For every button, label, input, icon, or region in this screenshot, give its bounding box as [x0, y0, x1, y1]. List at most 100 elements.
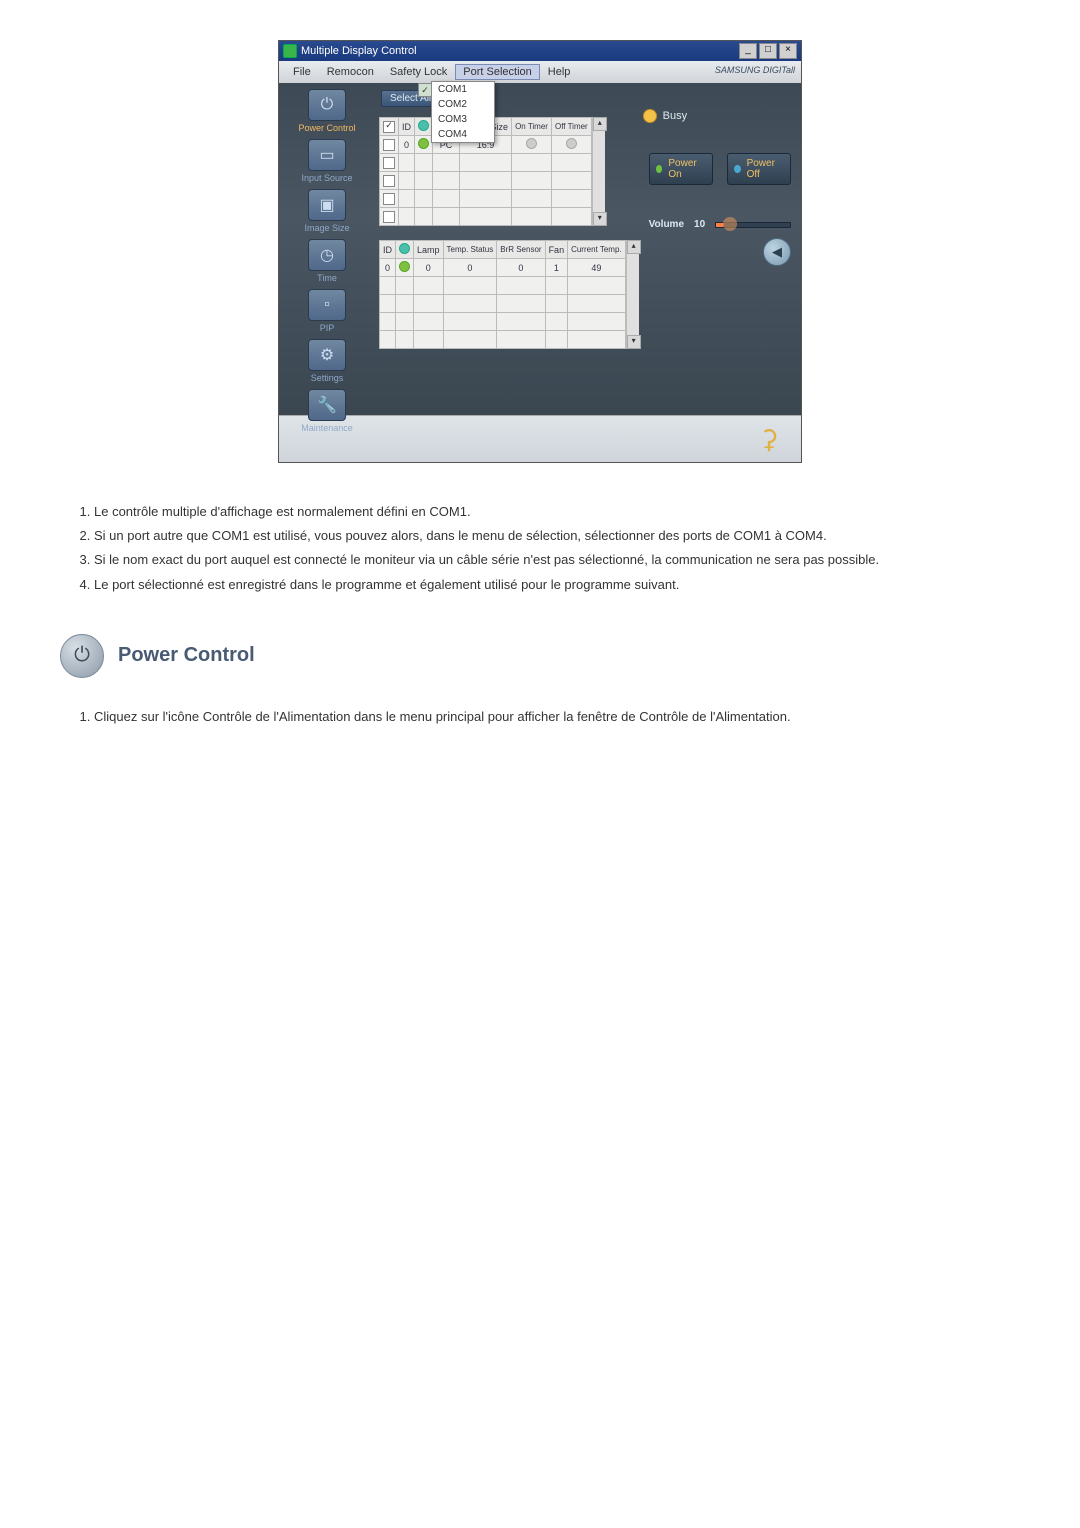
menu-remocon[interactable]: Remocon — [319, 64, 382, 80]
image-size-icon: ▣ — [308, 189, 346, 221]
power-off-label: Power Off — [747, 158, 784, 180]
col-id: ID — [380, 241, 396, 259]
power-on-label: Power On — [668, 158, 705, 180]
sidebar-item-maintenance[interactable]: 🔧 Maintenance — [283, 389, 371, 433]
sidebar-label: Settings — [283, 373, 371, 383]
table-row — [380, 331, 626, 349]
right-panel: Busy Power On Power Off Volume 10 — [639, 83, 801, 415]
scroll-up-icon[interactable]: ▴ — [627, 240, 641, 254]
cell-lamp: 0 — [414, 259, 444, 277]
cell-current-temp: 49 — [568, 259, 626, 277]
section-header: ⏻ Power Control — [60, 634, 1020, 678]
scroll-down-icon[interactable]: ▾ — [627, 335, 641, 349]
table-row — [380, 313, 626, 331]
port-option-com3[interactable]: COM3 — [432, 112, 494, 127]
close-button[interactable]: × — [779, 43, 797, 59]
note-item: Si le nom exact du port auquel est conne… — [94, 551, 1010, 569]
col-current-temp: Current Temp. — [568, 241, 626, 259]
menubar: File Remocon Safety Lock Port Selection … — [279, 61, 801, 83]
brand-logo: SAMSUNG DIGITall — [715, 65, 795, 75]
note-item: Le port sélectionné est enregistré dans … — [94, 576, 1010, 594]
sidebar-item-settings[interactable]: ⚙ Settings — [283, 339, 371, 383]
power-off-dot-icon — [734, 165, 741, 173]
col-id: ID — [399, 118, 415, 136]
port-option-com4[interactable]: COM4 — [432, 127, 494, 142]
sidebar-item-time[interactable]: ◷ Time — [283, 239, 371, 283]
status-table: ID Lamp Temp. Status BrR Sensor Fan Curr… — [379, 240, 626, 349]
window-controls: _ □ × — [739, 43, 797, 59]
row-checkbox[interactable] — [383, 139, 395, 151]
col-status-icon — [396, 241, 414, 259]
col-on-timer: On Timer — [512, 118, 552, 136]
cell-temp-status: 0 — [443, 259, 497, 277]
maximize-button[interactable]: □ — [759, 43, 777, 59]
scroll-down-icon[interactable]: ▾ — [593, 212, 607, 226]
scroll-up-icon[interactable]: ▴ — [593, 117, 607, 131]
power-icon: ⏻ — [308, 89, 346, 121]
scrollbar[interactable]: ▴ ▾ — [626, 240, 639, 349]
settings-icon: ⚙ — [308, 339, 346, 371]
sidebar-label: Image Size — [283, 223, 371, 233]
cell-br-sensor: 0 — [497, 259, 545, 277]
menu-port-selection[interactable]: Port Selection — [455, 64, 539, 80]
info-bulb-icon: ⚳ — [755, 421, 783, 457]
power-on-button[interactable]: Power On — [649, 153, 713, 185]
sidebar-label: Input Source — [283, 173, 371, 183]
sidebar-label: Time — [283, 273, 371, 283]
status-dot — [399, 261, 410, 272]
scrollbar[interactable]: ▴ ▾ — [592, 117, 605, 226]
menu-file[interactable]: File — [285, 64, 319, 80]
volume-label: Volume — [649, 219, 684, 230]
table-row — [380, 172, 592, 190]
input-icon: ▭ — [308, 139, 346, 171]
status-dot — [418, 138, 429, 149]
power-on-dot-icon — [656, 165, 663, 173]
busy-dot-icon — [643, 109, 657, 123]
cell-id: 0 — [399, 136, 415, 154]
volume-slider[interactable] — [715, 222, 791, 228]
sidebar-label: PIP — [283, 323, 371, 333]
cell-fan: 1 — [545, 259, 568, 277]
menu-help[interactable]: Help — [540, 64, 579, 80]
table-row — [380, 154, 592, 172]
cell-id: 0 — [380, 259, 396, 277]
port-option-com1[interactable]: COM1 — [432, 82, 494, 97]
sidebar-label: Power Control — [283, 123, 371, 133]
col-lamp: Lamp — [414, 241, 444, 259]
on-timer-dot — [526, 138, 537, 149]
note-item: Le contrôle multiple d'affichage est nor… — [94, 503, 1010, 521]
notes-list-2: Cliquez sur l'icône Contrôle de l'Alimen… — [70, 708, 1010, 726]
sidebar-item-pip[interactable]: ▫ PIP — [283, 289, 371, 333]
titlebar: Multiple Display Control _ □ × — [279, 41, 801, 61]
busy-label: Busy — [663, 110, 687, 122]
sidebar-item-input-source[interactable]: ▭ Input Source — [283, 139, 371, 183]
window-title: Multiple Display Control — [301, 45, 417, 57]
header-checkbox[interactable] — [383, 121, 395, 133]
sidebar: ⏻ Power Control ▭ Input Source ▣ Image S… — [279, 83, 375, 415]
pip-icon: ▫ — [308, 289, 346, 321]
speaker-icon[interactable]: ◀ — [763, 238, 791, 266]
table-row — [380, 295, 626, 313]
note-item: Cliquez sur l'icône Contrôle de l'Alimen… — [94, 708, 1010, 726]
sidebar-item-power-control[interactable]: ⏻ Power Control — [283, 89, 371, 133]
col-status-icon — [415, 118, 433, 136]
col-temp-status: Temp. Status — [443, 241, 497, 259]
section-title: Power Control — [118, 644, 255, 667]
sidebar-item-image-size[interactable]: ▣ Image Size — [283, 189, 371, 233]
table-row[interactable]: 0 0 0 0 1 49 — [380, 259, 626, 277]
menu-safety-lock[interactable]: Safety Lock — [382, 64, 455, 80]
table-row — [380, 190, 592, 208]
table-row — [380, 277, 626, 295]
col-off-timer: Off Timer — [551, 118, 591, 136]
port-option-com2[interactable]: COM2 — [432, 97, 494, 112]
volume-control: Volume 10 — [649, 219, 791, 230]
app-icon — [283, 44, 297, 58]
col-br-sensor: BrR Sensor — [497, 241, 545, 259]
col-fan: Fan — [545, 241, 568, 259]
time-icon: ◷ — [308, 239, 346, 271]
port-dropdown[interactable]: ✓ COM1 COM2 COM3 COM4 — [431, 81, 495, 143]
minimize-button[interactable]: _ — [739, 43, 757, 59]
notes-list: Le contrôle multiple d'affichage est nor… — [70, 503, 1010, 594]
power-off-button[interactable]: Power Off — [727, 153, 791, 185]
volume-thumb[interactable] — [723, 217, 737, 231]
